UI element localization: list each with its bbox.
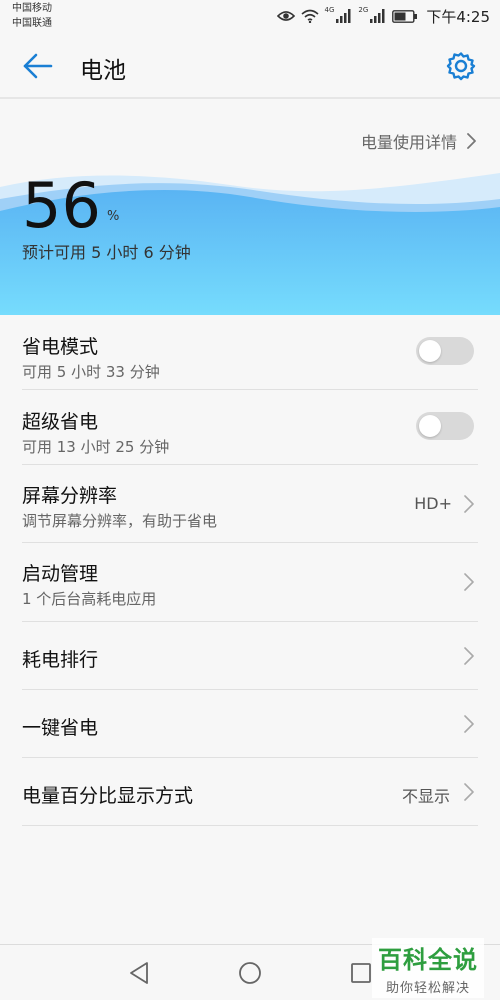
screen-resolution-row[interactable]: 屏幕分辨率 调节屏幕分辨率，有助于省电 HD+	[0, 465, 500, 543]
watermark: 百科全说 助你轻松解决	[372, 938, 484, 998]
watermark-main: 百科全说	[378, 946, 478, 974]
one-tap-saving-title: 一键省电	[22, 717, 99, 739]
status-bar: 中国移动 中国联通 4G 2G 下午4:25	[0, 0, 500, 34]
gear-icon[interactable]	[446, 51, 476, 81]
startup-management-row[interactable]: 启动管理 1 个后台高耗电应用	[0, 543, 500, 622]
eye-icon	[276, 11, 295, 21]
ultra-power-saving-row[interactable]: 超级省电 可用 13 小时 25 分钟	[0, 390, 500, 465]
startup-management-title: 启动管理	[22, 563, 99, 585]
percentage-display-value: 不显示	[401, 787, 450, 806]
percentage-display-row[interactable]: 电量百分比显示方式 不显示	[0, 758, 500, 826]
toggle-knob	[419, 415, 441, 437]
carrier-2-label: 中国联通	[12, 18, 52, 29]
chevron-right-icon	[467, 133, 476, 149]
percent-sign: %	[107, 209, 120, 224]
battery-percent: 56	[22, 169, 101, 242]
battery-panel: 电量使用详情 56 % 预计可用 5 小时 6 分钟	[0, 99, 500, 315]
row-divider	[22, 825, 478, 826]
app-bar: 电池	[0, 34, 500, 98]
wifi-icon	[301, 9, 319, 23]
carrier-1-label: 中国移动	[12, 3, 52, 14]
signal-icon	[336, 9, 351, 23]
watermark-sub: 助你轻松解决	[385, 981, 470, 996]
usage-details-label: 电量使用详情	[360, 133, 457, 152]
ultra-power-saving-title: 超级省电	[22, 411, 99, 433]
usage-details-link[interactable]: 电量使用详情	[361, 129, 476, 153]
arrow-left-icon[interactable]	[22, 52, 54, 80]
power-saving-title: 省电模式	[22, 336, 99, 358]
screen-resolution-subtitle: 调节屏幕分辨率，有助于省电	[22, 512, 218, 530]
triangle-back-icon[interactable]	[128, 961, 150, 985]
one-tap-saving-row[interactable]: 一键省电	[0, 690, 500, 758]
power-saving-row[interactable]: 省电模式 可用 5 小时 33 分钟	[0, 315, 500, 390]
power-ranking-title: 耗电排行	[22, 649, 99, 671]
signal-icon	[370, 9, 385, 23]
chevron-right-icon	[464, 647, 474, 665]
square-recent-icon[interactable]	[350, 962, 372, 984]
ultra-power-saving-subtitle: 可用 13 小时 25 分钟	[22, 438, 170, 456]
power-saving-toggle[interactable]	[416, 337, 474, 365]
screen-resolution-value: HD+	[414, 494, 452, 513]
status-icons: 4G 2G 下午4:25	[276, 6, 490, 26]
network-type-2: 2G	[358, 6, 369, 14]
clock: 下午4:25	[426, 7, 490, 26]
remaining-time: 预计可用 5 小时 6 分钟	[22, 243, 191, 262]
circle-home-icon[interactable]	[238, 961, 262, 985]
battery-icon	[392, 9, 418, 23]
chevron-right-icon	[464, 495, 474, 513]
page-title: 电池	[80, 58, 126, 84]
chevron-right-icon	[464, 783, 474, 801]
power-ranking-row[interactable]: 耗电排行	[0, 622, 500, 690]
ultra-power-saving-toggle[interactable]	[416, 412, 474, 440]
screen-resolution-title: 屏幕分辨率	[22, 485, 118, 507]
percentage-display-title: 电量百分比显示方式	[22, 785, 194, 807]
startup-management-subtitle: 1 个后台高耗电应用	[22, 590, 157, 608]
chevron-right-icon	[464, 715, 474, 733]
power-saving-subtitle: 可用 5 小时 33 分钟	[22, 363, 160, 381]
toggle-knob	[419, 340, 441, 362]
chevron-right-icon	[464, 573, 474, 591]
network-type-1: 4G	[324, 6, 335, 14]
